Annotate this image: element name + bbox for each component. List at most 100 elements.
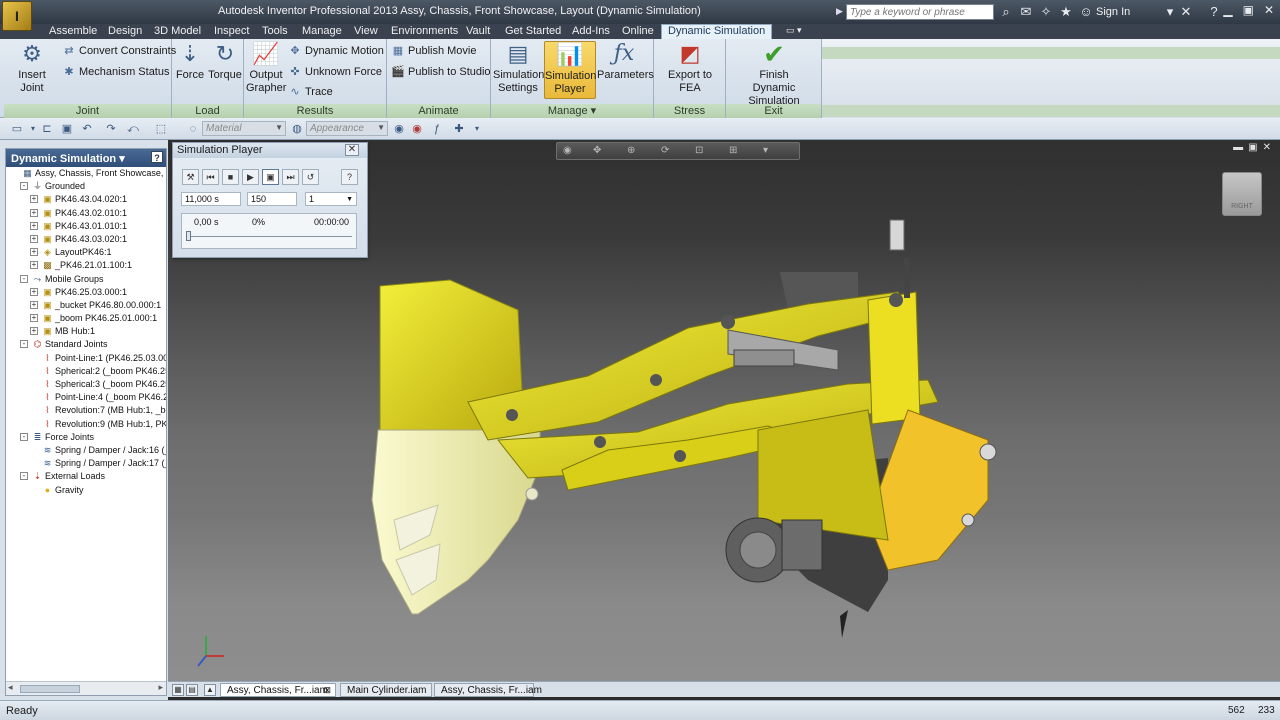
- scroll-right-icon[interactable]: ▸: [158, 682, 163, 693]
- export-to-fea-button[interactable]: ◩ Export to FEA: [656, 41, 724, 95]
- expand-icon[interactable]: +: [30, 234, 38, 243]
- close-icon[interactable]: ✕: [1264, 3, 1274, 17]
- collapse-icon[interactable]: -: [20, 472, 28, 481]
- simulation-player-dialog[interactable]: Simulation Player ✕ ⚒ ⏮ ■ ▶ ▣ ⏭ ↺ ? 11,0…: [172, 142, 368, 258]
- adjust-appearance-icon[interactable]: ◉: [392, 122, 406, 136]
- color-override-icon[interactable]: ƒ: [430, 122, 444, 136]
- browser-tree-row[interactable]: ≋ Spring / Damper / Jack:16 (_PI: [6, 444, 166, 457]
- simulation-player-button[interactable]: 📊 Simulation Player: [544, 41, 596, 99]
- browser-tree-row[interactable]: ⌇ Spherical:3 (_boom PK46.25.0: [6, 378, 166, 391]
- expand-icon[interactable]: +: [30, 248, 38, 257]
- publish-movie-button[interactable]: ▦ Publish Movie: [391, 44, 477, 58]
- tab-manage[interactable]: Manage: [302, 25, 342, 37]
- tab-3d-model[interactable]: 3D Model: [154, 25, 201, 37]
- simulation-settings-button[interactable]: ▤ Simulation Settings: [493, 41, 544, 95]
- convert-constraints-button[interactable]: ⇄ Convert Constraints: [62, 44, 176, 58]
- tab-add-ins[interactable]: Add-Ins: [572, 25, 610, 37]
- manage-panel-label[interactable]: Manage ▾: [491, 104, 653, 118]
- publish-to-studio-button[interactable]: 🎬 Publish to Studio: [391, 65, 490, 79]
- minimize-icon[interactable]: ▁: [1223, 3, 1232, 17]
- ribbon-options-icon[interactable]: ▭ ▾: [786, 25, 802, 36]
- infocenter-expand-icon[interactable]: ▶: [836, 6, 843, 17]
- insert-joint-button[interactable]: ⚙ Insert Joint: [6, 41, 58, 95]
- expand-icon[interactable]: +: [30, 195, 38, 204]
- browser-tree-row[interactable]: ▦Assy, Chassis, Front Showcase, Layout: [6, 167, 166, 180]
- trace-button[interactable]: ∿ Trace: [288, 85, 332, 99]
- output-grapher-button[interactable]: 📈 Output Grapher: [246, 41, 286, 95]
- help-icon[interactable]: ?: [1206, 4, 1222, 20]
- open-documents-icon[interactable]: ▲: [204, 684, 216, 696]
- material-dropdown[interactable]: Material ▼: [202, 121, 286, 136]
- images-field[interactable]: 150: [247, 192, 297, 206]
- browser-tree-row[interactable]: ⌇ Revolution:9 (MB Hub:1, PK46.: [6, 418, 166, 431]
- browser-tree-row[interactable]: ● Gravity: [6, 484, 166, 497]
- tab-tools[interactable]: Tools: [262, 25, 288, 37]
- doc-tab-assy-chassis-2[interactable]: Assy, Chassis, Fr...iam: [434, 683, 542, 697]
- expand-icon[interactable]: +: [30, 314, 38, 323]
- simulation-slider-thumb[interactable]: [186, 231, 191, 241]
- expand-icon[interactable]: +: [30, 261, 38, 270]
- browser-tree-row[interactable]: - ⏚ Grounded: [6, 180, 166, 193]
- finish-dynamic-simulation-button[interactable]: ✔ Finish Dynamic Simulation: [726, 41, 822, 108]
- expand-icon[interactable]: +: [30, 208, 38, 217]
- tab-dynamic-simulation[interactable]: Dynamic Simulation: [661, 24, 773, 39]
- update-icon[interactable]: ◌: [186, 122, 200, 136]
- collapse-icon[interactable]: -: [20, 340, 28, 349]
- browser-tree-row[interactable]: - ⤳ Mobile Groups: [6, 273, 166, 286]
- scroll-left-icon[interactable]: ◂: [8, 682, 13, 693]
- play-button[interactable]: ▶: [242, 169, 259, 185]
- torque-button[interactable]: ↻ Torque: [206, 41, 244, 82]
- new-file-icon[interactable]: ▭: [10, 122, 24, 136]
- add-icon[interactable]: ✚: [452, 122, 466, 136]
- tab-environments[interactable]: Environments: [391, 25, 458, 37]
- final-time-field[interactable]: 11,000 s: [181, 192, 241, 206]
- browser-tree-row[interactable]: + ▣ MB Hub:1: [6, 325, 166, 338]
- tab-assemble[interactable]: Assemble: [49, 25, 97, 37]
- tab-design[interactable]: Design: [108, 25, 142, 37]
- tab-online[interactable]: Online: [622, 25, 654, 37]
- search-binoculars-icon[interactable]: ⌕: [998, 4, 1014, 20]
- doc-tab-main-cylinder[interactable]: Main Cylinder.iam: [340, 683, 432, 697]
- screen-refresh-button[interactable]: ▣: [262, 169, 279, 185]
- loop-button[interactable]: ↺: [302, 169, 319, 185]
- tile-windows-icon[interactable]: ▦: [172, 684, 184, 696]
- close-icon[interactable]: ✕: [345, 144, 359, 156]
- exchange-apps-icon[interactable]: ✕: [1178, 4, 1194, 20]
- browser-header[interactable]: Dynamic Simulation ▾ ?: [6, 149, 166, 167]
- expand-icon[interactable]: +: [30, 327, 38, 336]
- browser-horizontal-scrollbar[interactable]: ◂ ▸: [6, 681, 166, 695]
- expand-icon[interactable]: +: [30, 287, 38, 296]
- expand-icon[interactable]: +: [30, 221, 38, 230]
- unknown-force-button[interactable]: ✜ Unknown Force: [288, 65, 382, 79]
- expand-icon[interactable]: +: [30, 300, 38, 309]
- select-icon[interactable]: ⬚: [154, 122, 168, 136]
- construction-mode-button[interactable]: ⚒: [182, 169, 199, 185]
- browser-tree-row[interactable]: + ▩ _PK46.21.01.100:1: [6, 259, 166, 272]
- favorites-star-icon[interactable]: ★: [1058, 4, 1074, 20]
- doc-tab-assy-chassis-1[interactable]: Assy, Chassis, Fr...iam ⊠: [220, 683, 336, 697]
- scrollbar-thumb[interactable]: [20, 685, 80, 693]
- browser-tree-row[interactable]: ⌇ Revolution:7 (MB Hub:1, _boom: [6, 404, 166, 417]
- stop-button[interactable]: ■: [222, 169, 239, 185]
- collapse-icon[interactable]: -: [20, 432, 28, 441]
- parameters-button[interactable]: ƒx Parameters: [597, 41, 654, 82]
- browser-tree-row[interactable]: + ▣ PK46.43.01.010:1: [6, 220, 166, 233]
- tab-vault[interactable]: Vault: [466, 25, 490, 37]
- browser-tree-row[interactable]: + ▣ PK46.25.03.000:1: [6, 286, 166, 299]
- filter-dropdown[interactable]: 1 ▼: [305, 192, 357, 206]
- browser-tree-row[interactable]: ≋Spring / Damper / Jack:17 (_bo: [6, 457, 166, 470]
- customize-toolbar-icon[interactable]: ▾: [470, 122, 484, 136]
- new-dropdown-icon[interactable]: ▾: [26, 122, 40, 136]
- save-icon[interactable]: ▣: [60, 122, 74, 136]
- browser-tree-row[interactable]: + ▣ _boom PK46.25.01.000:1: [6, 312, 166, 325]
- fast-forward-button[interactable]: ⏭: [282, 169, 299, 185]
- subscription-icon[interactable]: ✉: [1018, 4, 1034, 20]
- simulation-player-titlebar[interactable]: Simulation Player ✕: [173, 143, 367, 158]
- cascade-windows-icon[interactable]: ▤: [186, 684, 198, 696]
- browser-tree-row[interactable]: + ▣ PK46.43.04.020:1: [6, 193, 166, 206]
- mechanism-status-button[interactable]: ✱ Mechanism Status: [62, 65, 169, 79]
- tab-inspect[interactable]: Inspect: [214, 25, 249, 37]
- open-icon[interactable]: ⊏: [40, 122, 54, 136]
- simulation-player-help-icon[interactable]: ?: [341, 169, 358, 185]
- undo-icon[interactable]: ↶: [80, 122, 94, 136]
